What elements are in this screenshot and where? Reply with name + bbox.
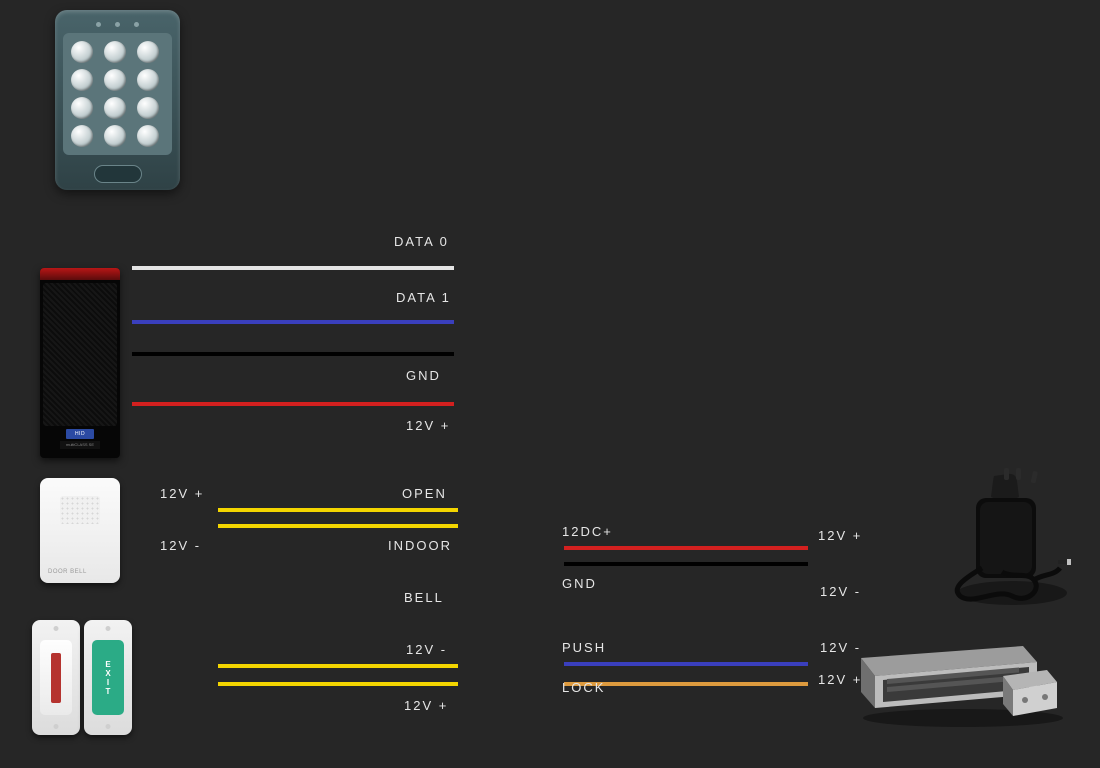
wire-psu-black — [564, 562, 808, 566]
keypad-buttons — [63, 33, 172, 155]
label-bell-right-top: OPEN — [402, 486, 447, 501]
label-exit-top: 12V - — [406, 642, 447, 657]
exit-button-pair: EXIT — [32, 620, 132, 735]
wire-bell-indoor — [218, 524, 458, 528]
card-reader: HID multiCLASS SE — [40, 268, 120, 458]
exit-button-red — [32, 620, 80, 735]
wire-psu-red — [564, 546, 808, 550]
label-psu-left-top: 12DC+ — [562, 524, 613, 539]
label-exit-bottom: 12V + — [404, 698, 448, 713]
exit-button-green: EXIT — [84, 620, 132, 735]
label-data0: DATA 0 — [394, 234, 449, 249]
exit-button-green-label: EXIT — [92, 640, 124, 715]
label-lock-left-top: PUSH — [562, 640, 606, 655]
label-bell-right-bottom: INDOOR — [388, 538, 452, 553]
label-12v: 12V + — [406, 418, 450, 433]
doorbell-label: DOOR BELL — [48, 569, 87, 575]
wire-data0 — [132, 266, 454, 270]
wire-exit-plus — [218, 682, 458, 686]
label-bell-left-bottom: 12V - — [160, 538, 201, 553]
doorbell-device: DOOR BELL — [40, 478, 120, 583]
wire-bell-open — [218, 508, 458, 512]
label-lock-right-top: 12V - — [820, 640, 861, 655]
reader-face — [43, 283, 117, 426]
wire-lock-blue — [564, 662, 808, 666]
doorbell-speaker-grill — [60, 496, 100, 524]
label-lock-left-bottom: LOCK — [562, 680, 605, 695]
power-supply — [942, 468, 1072, 608]
label-data1: DATA 1 — [396, 290, 451, 305]
label-lock-right-bottom: 12V + — [818, 672, 862, 687]
label-psu-right-bottom: 12V - — [820, 584, 861, 599]
reader-brand-label: HID — [66, 429, 94, 439]
keypad-controller — [55, 10, 180, 190]
reader-led-bar — [40, 268, 120, 280]
wire-gnd — [132, 352, 454, 356]
wire-12v — [132, 402, 454, 406]
wire-data1 — [132, 320, 454, 324]
reader-model-label: multiCLASS SE — [60, 441, 100, 449]
magnetic-lock — [853, 640, 1078, 730]
keypad-status-leds — [63, 22, 172, 27]
label-gnd: GND — [406, 368, 441, 383]
wire-exit-minus — [218, 664, 458, 668]
label-psu-left-bottom: GND — [562, 576, 597, 591]
keypad-enter-button — [94, 165, 142, 183]
label-psu-right-top: 12V + — [818, 528, 862, 543]
label-bell-left-top: 12V + — [160, 486, 204, 501]
label-bell: BELL — [404, 590, 444, 605]
